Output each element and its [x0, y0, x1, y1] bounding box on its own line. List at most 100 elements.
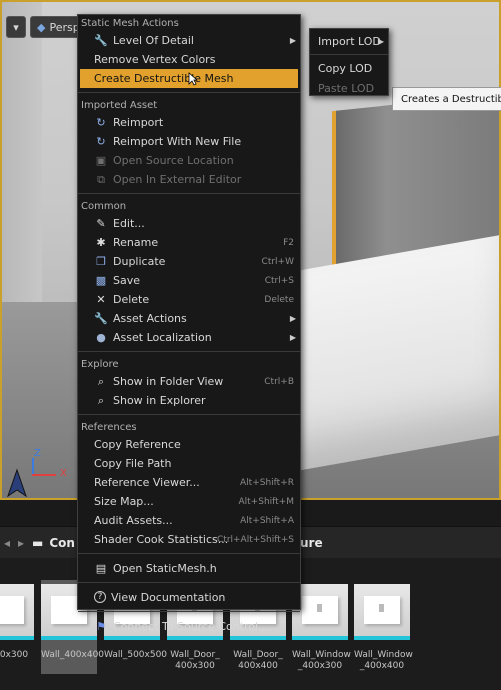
edit-icon: ✎	[96, 217, 106, 230]
menu-item-size-map[interactable]: Size Map... Alt+Shift+M	[78, 492, 300, 511]
back-arrow-icon[interactable]: ◂	[0, 536, 14, 550]
asset-name: Wall_Window _400x300	[292, 650, 351, 671]
lod-submenu: Import LOD ▶ Copy LOD Paste LOD	[309, 28, 389, 96]
menu-separator	[78, 582, 300, 583]
asset-name: Wall_Window _400x400	[354, 650, 413, 671]
asset-thumbnail	[354, 584, 410, 640]
menu-item-create-destructible-mesh[interactable]: Create Destructible Mesh	[80, 69, 298, 88]
menu-section-header: References	[81, 421, 137, 433]
camera-icon: ◆	[37, 20, 46, 34]
shortcut-text: Delete	[264, 294, 294, 305]
submenu-arrow-icon: ▶	[289, 333, 296, 342]
menu-item-label: Copy File Path	[94, 457, 172, 470]
menu-item-label: Duplicate	[113, 255, 166, 268]
menu-separator	[78, 414, 300, 415]
menu-item-label: Open In External Editor	[113, 173, 242, 186]
path-crumb[interactable]: ure	[300, 536, 323, 550]
menu-item-label: Copy LOD	[318, 61, 373, 75]
menu-item-save[interactable]: ▩ Save Ctrl+S	[78, 271, 300, 290]
menu-item-show-in-folder-view[interactable]: ⌕ Show in Folder View Ctrl+B	[78, 372, 300, 391]
menu-item-label: Reference Viewer...	[94, 476, 200, 489]
menu-separator	[78, 611, 300, 612]
menu-item-label: Audit Assets...	[94, 514, 173, 527]
menu-item-shader-cook-statistics[interactable]: Shader Cook Statistics... Ctrl+Alt+Shift+…	[78, 530, 300, 549]
menu-separator	[310, 54, 388, 55]
menu-item-asset-actions[interactable]: 🔧 Asset Actions ▶	[78, 309, 300, 328]
menu-separator	[78, 553, 300, 554]
duplicate-icon: ❐	[96, 255, 106, 268]
menu-item-copy-file-path[interactable]: Copy File Path	[78, 454, 300, 473]
menu-item-copy-lod[interactable]: Copy LOD	[310, 58, 388, 78]
folder-icon: ▬	[32, 535, 44, 550]
search-icon: ⌕	[97, 374, 105, 388]
reimport-icon: ↻	[96, 116, 106, 129]
menu-item-reimport[interactable]: ↻ Reimport	[78, 113, 300, 132]
viewport-toolbar: ▾ ◆ Persp	[6, 16, 87, 38]
path-root-label: Con	[49, 535, 75, 550]
path-root[interactable]: ▬ Con	[32, 536, 75, 550]
menu-item-reimport-with-new-file[interactable]: ↻ Reimport With New File	[78, 132, 300, 151]
asset-tile[interactable]: Wall_Window _400x400	[354, 584, 413, 672]
axis-z-label: Z	[34, 448, 41, 459]
external-icon: ⧉	[97, 172, 105, 186]
menu-item-paste-lod: Paste LOD	[310, 78, 388, 98]
submenu-arrow-icon: ▶	[289, 36, 296, 45]
menu-item-edit[interactable]: ✎ Edit...	[78, 214, 300, 233]
menu-section-header: Static Mesh Actions	[81, 17, 179, 29]
menu-item-label: Import LOD	[318, 34, 381, 48]
search-icon: ⌕	[97, 393, 105, 407]
shortcut-text: Ctrl+W	[261, 256, 294, 267]
menu-item-view-documentation[interactable]: ? View Documentation	[78, 587, 300, 607]
menu-item-label: Show in Folder View	[113, 375, 224, 388]
submenu-arrow-icon: ▶	[377, 36, 384, 46]
menu-item-open-staticmesh-h[interactable]: ▤ Open StaticMesh.h	[78, 558, 300, 578]
asset-tile[interactable]: _400x300	[0, 584, 34, 661]
tooltip: Creates a Destructible Mesh	[392, 87, 501, 111]
menu-item-open-in-external-editor: ⧉ Open In External Editor	[78, 170, 300, 189]
menu-section-header: Explore	[81, 358, 119, 370]
perspective-label: Persp	[49, 20, 80, 34]
menu-item-label: Show in Explorer	[113, 394, 206, 407]
menu-item-label: Asset Localization	[113, 331, 212, 344]
menu-item-connect-to-source-control[interactable]: ⚑ Connect To Source Control...	[78, 616, 300, 636]
help-icon: ?	[94, 591, 106, 603]
menu-item-level-of-detail[interactable]: 🔧 Level Of Detail ▶	[78, 31, 300, 50]
menu-item-label: Save	[113, 274, 141, 287]
menu-item-copy-reference[interactable]: Copy Reference	[78, 435, 300, 454]
menu-item-audit-assets[interactable]: Audit Assets... Alt+Shift+A	[78, 511, 300, 530]
globe-icon: ●	[96, 331, 106, 344]
code-icon: ▤	[95, 561, 107, 575]
menu-item-remove-vertex-colors[interactable]: Remove Vertex Colors	[78, 50, 300, 69]
source-control-icon: ⚑	[96, 619, 106, 633]
rename-icon: ✱	[96, 236, 106, 249]
menu-item-delete[interactable]: ✕ Delete Delete	[78, 290, 300, 309]
menu-section-header: Imported Asset	[81, 99, 158, 111]
mouse-cursor-icon	[188, 72, 198, 86]
menu-item-show-in-explorer[interactable]: ⌕ Show in Explorer	[78, 391, 300, 410]
menu-item-reference-viewer[interactable]: Reference Viewer... Alt+Shift+R	[78, 473, 300, 492]
menu-item-asset-localization[interactable]: ● Asset Localization ▶	[78, 328, 300, 347]
player-start-icon	[7, 468, 27, 498]
shortcut-text: Ctrl+S	[264, 275, 294, 286]
menu-item-label: Copy Reference	[94, 438, 181, 451]
delete-icon: ✕	[96, 293, 106, 306]
shortcut-text: Ctrl+B	[264, 376, 294, 387]
menu-item-import-lod[interactable]: Import LOD ▶	[310, 31, 388, 51]
forward-arrow-icon[interactable]: ▸	[14, 536, 28, 550]
reimport-icon: ↻	[96, 135, 106, 148]
chevron-down-icon: ▾	[13, 20, 19, 34]
menu-item-label: Size Map...	[94, 495, 154, 508]
asset-name: Wall_500x500	[104, 650, 168, 660]
asset-thumbnail	[0, 584, 34, 640]
menu-item-duplicate[interactable]: ❐ Duplicate Ctrl+W	[78, 252, 300, 271]
submenu-arrow-icon: ▶	[289, 314, 296, 323]
menu-item-label: Connect To Source Control...	[113, 619, 269, 633]
shortcut-text: Alt+Shift+R	[240, 477, 294, 488]
menu-item-label: Edit...	[113, 217, 145, 230]
menu-item-rename[interactable]: ✱ Rename F2	[78, 233, 300, 252]
viewport-options-button[interactable]: ▾	[6, 16, 26, 38]
folder-icon: ▣	[95, 154, 107, 167]
asset-name: Wall_Door_ 400x300	[170, 650, 220, 671]
menu-item-label: Create Destructible Mesh	[94, 72, 234, 85]
menu-item-label: Shader Cook Statistics...	[94, 533, 229, 546]
